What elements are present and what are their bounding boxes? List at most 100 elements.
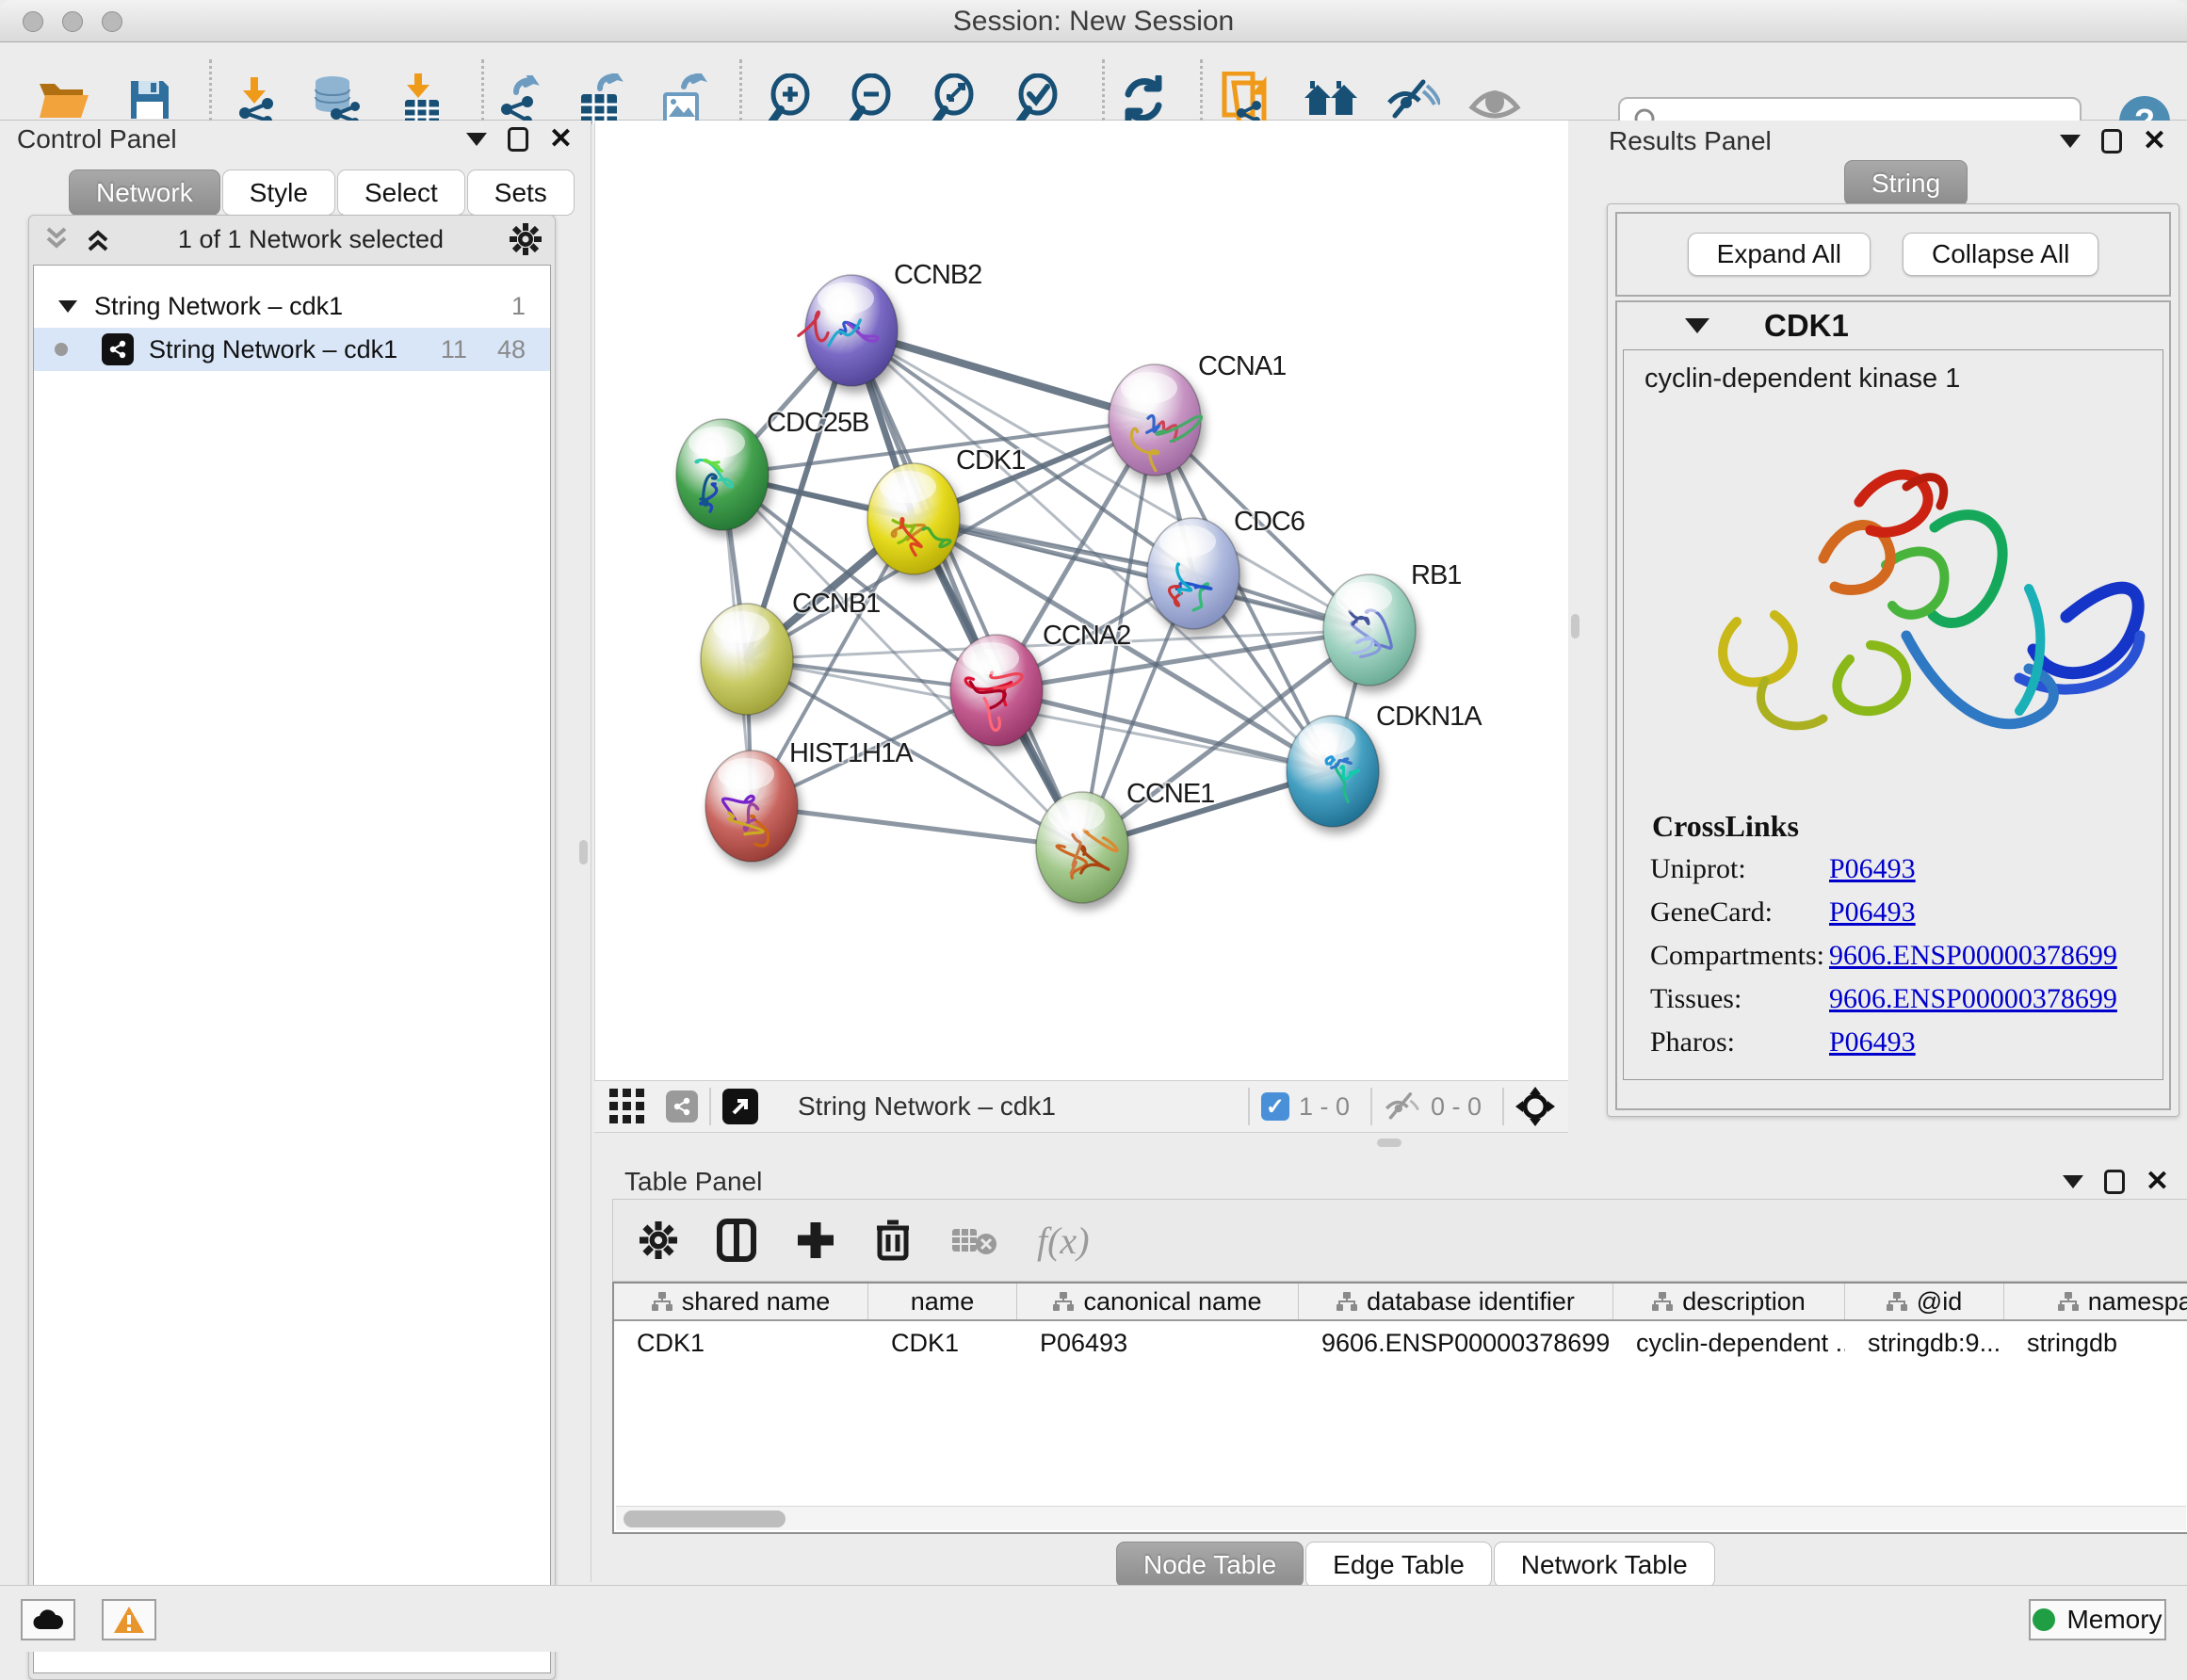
open-external-icon[interactable] [722, 1089, 758, 1124]
edge-CCNB2-CCNE1[interactable] [851, 331, 1082, 848]
gene-section-header[interactable]: CDK1 [1617, 302, 2169, 349]
control-panel-title: Control Panel [17, 124, 177, 154]
bottom-splitter-handle[interactable] [1377, 1139, 1401, 1147]
status-bar: Memory [0, 1585, 2187, 1652]
network-canvas[interactable]: CCNB2CCNA1CDC25BCDK1CDC6RB1CCNB1CCNA2CDK… [595, 121, 1569, 1080]
close-panel-icon[interactable]: ✕ [549, 127, 573, 152]
delete-column-icon[interactable] [875, 1219, 911, 1262]
table-cell[interactable]: stringdb:9... [1845, 1329, 2004, 1358]
table-cell[interactable]: P06493 [1017, 1329, 1299, 1358]
table-panel-title: Table Panel [624, 1167, 762, 1197]
tab-select[interactable]: Select [337, 170, 465, 216]
show-columns-icon[interactable] [717, 1219, 756, 1262]
minimize-window-button[interactable] [62, 11, 83, 32]
column-header-shared-name[interactable]: shared name [614, 1284, 868, 1319]
network-collection-row[interactable]: String Network – cdk1 1 [34, 284, 550, 328]
control-panel: Control Panel ✕ NetworkStyleSelectSets 1… [0, 121, 591, 1582]
node-gloss [1048, 800, 1105, 832]
cloud-status-button[interactable] [21, 1599, 75, 1640]
crosslink-label: GeneCard: [1650, 897, 1829, 929]
close-panel-icon[interactable]: ✕ [2143, 129, 2166, 153]
tab-node-table[interactable]: Node Table [1116, 1542, 1304, 1588]
column-header-description[interactable]: description [1613, 1284, 1845, 1319]
tab-label: Sets [494, 178, 547, 208]
column-header-name[interactable]: name [868, 1284, 1017, 1319]
node-label-CCNB1: CCNB1 [792, 589, 880, 619]
column-label: shared name [682, 1287, 831, 1317]
tab-label: Style [250, 178, 308, 208]
crosslink-link[interactable]: P06493 [1829, 897, 1916, 929]
edge-HIST1H1A-CCNE1[interactable] [752, 806, 1082, 848]
maximize-panel-icon[interactable] [2104, 1170, 2125, 1194]
import-network-icon [232, 75, 281, 124]
node-HIST1H1A[interactable]: HIST1H1A [705, 738, 914, 862]
crosslink-link[interactable]: 9606.ENSP00000378699 [1829, 940, 2117, 972]
tab-style[interactable]: Style [222, 170, 335, 216]
crosslink-link[interactable]: 9606.ENSP00000378699 [1829, 983, 2117, 1015]
expand-all-icon[interactable] [84, 225, 112, 253]
warnings-button[interactable] [102, 1599, 156, 1640]
float-panel-icon[interactable] [466, 133, 487, 146]
network-row[interactable]: String Network – cdk1 11 48 [34, 328, 550, 371]
table-cell[interactable]: stringdb [2004, 1329, 2187, 1358]
tree-expander-icon[interactable] [57, 297, 79, 315]
footer-separator [709, 1088, 711, 1125]
scrollbar-thumb[interactable] [624, 1510, 786, 1527]
birdseye-grid-icon[interactable] [609, 1089, 645, 1124]
node-label-RB1: RB1 [1411, 560, 1461, 590]
maximize-panel-icon[interactable] [508, 127, 528, 152]
column-header-@id[interactable]: @id [1845, 1284, 2004, 1319]
control-panel-tabs: Network Style Select Sets [69, 170, 576, 216]
import-table-icon [397, 73, 446, 126]
table-cell[interactable]: cyclin-dependent ... [1613, 1329, 1845, 1358]
tab-sets[interactable]: Sets [467, 170, 575, 216]
left-splitter-handle[interactable] [579, 840, 588, 864]
toolbar-separator [1102, 59, 1105, 121]
collapse-all-icon[interactable] [42, 225, 71, 253]
float-panel-icon[interactable] [2060, 135, 2081, 148]
table-cell[interactable]: 9606.ENSP00000378699 [1299, 1329, 1613, 1358]
tab-edge-table[interactable]: Edge Table [1305, 1542, 1492, 1588]
collapse-all-button[interactable]: Collapse All [1903, 233, 2098, 276]
column-header-namespace[interactable]: namespace [2004, 1284, 2187, 1319]
zoom-window-button[interactable] [102, 11, 122, 32]
right-splitter-handle[interactable] [1571, 614, 1580, 638]
gear-icon[interactable] [510, 223, 542, 255]
expand-collapse-box: Expand All Collapse All [1615, 212, 2171, 297]
table-row[interactable]: CDK1CDK1P064939606.ENSP00000378699cyclin… [614, 1321, 2187, 1365]
add-column-icon[interactable] [796, 1220, 835, 1260]
node-label-CCNE1: CCNE1 [1126, 779, 1214, 809]
node-gloss [1299, 723, 1355, 755]
close-panel-icon[interactable]: ✕ [2146, 1170, 2169, 1194]
string-style-icon[interactable] [666, 1090, 698, 1123]
float-panel-icon[interactable] [2063, 1175, 2083, 1188]
expand-all-button[interactable]: Expand All [1688, 233, 1871, 276]
collapse-gene-icon[interactable] [1685, 318, 1709, 333]
table-settings-gear-icon[interactable] [640, 1221, 677, 1259]
crosshair-icon[interactable] [1515, 1087, 1555, 1126]
column-header-database-identifier[interactable]: database identifier [1299, 1284, 1613, 1319]
column-header-canonical-name[interactable]: canonical name [1017, 1284, 1299, 1319]
crosslink-label: Tissues: [1650, 983, 1829, 1015]
node-CCNA1[interactable]: CCNA1 [1109, 351, 1286, 476]
tab-network-table[interactable]: Network Table [1494, 1542, 1715, 1588]
tab-string[interactable]: String [1844, 160, 1968, 206]
table-cell[interactable]: CDK1 [868, 1329, 1017, 1358]
crosslink-link[interactable]: P06493 [1829, 1026, 1916, 1058]
crosslink-link[interactable]: P06493 [1829, 853, 1916, 885]
network-status-dot [55, 343, 68, 356]
hidden-eye-icon[interactable] [1384, 1091, 1421, 1122]
crosslink-row: Compartments:9606.ENSP00000378699 [1624, 934, 2163, 977]
table-cell[interactable]: CDK1 [614, 1329, 868, 1358]
network-view: CCNB2CCNA1CDC25BCDK1CDC6RB1CCNB1CCNA2CDK… [594, 121, 1568, 1080]
node-CCNE1[interactable]: CCNE1 [1036, 779, 1214, 903]
node-CDKN1A[interactable]: CDKN1A [1287, 702, 1482, 827]
node-label-CDC6: CDC6 [1234, 507, 1304, 537]
selected-checkbox-icon[interactable]: ✓ [1261, 1092, 1289, 1121]
maximize-panel-icon[interactable] [2101, 129, 2122, 153]
close-window-button[interactable] [23, 11, 43, 32]
node-CCNB1[interactable]: CCNB1 [701, 589, 880, 715]
memory-button[interactable]: Memory [2029, 1599, 2166, 1640]
node-RB1[interactable]: RB1 [1323, 560, 1461, 686]
tab-network[interactable]: Network [69, 170, 220, 216]
